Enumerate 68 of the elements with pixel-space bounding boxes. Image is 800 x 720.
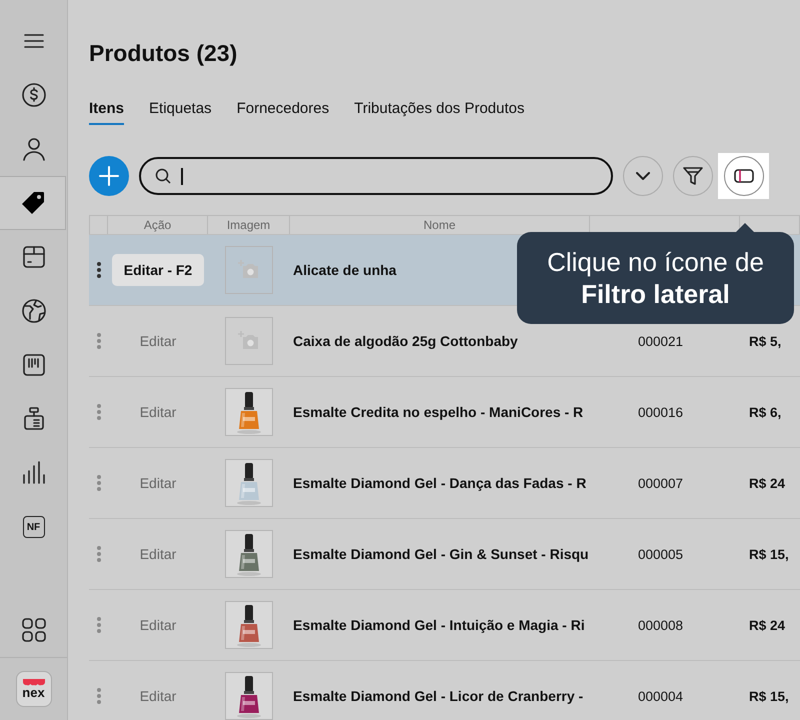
sidebar-item[interactable] (0, 176, 66, 230)
tooltip: Clique no ícone de Filtro lateral (517, 232, 794, 324)
page-title: Produtos (23) (89, 40, 238, 66)
menu-icon[interactable] (24, 34, 44, 48)
nex-logo[interactable]: nex (16, 671, 52, 707)
grid-icon[interactable] (22, 618, 46, 642)
table-row[interactable]: Editar Esmalte Credita no espelho - ManiCores - R 000016 R$ 6, (89, 377, 800, 448)
chevron-down-icon (636, 172, 650, 180)
edit-button[interactable]: Editar (128, 396, 188, 428)
product-name: Esmalte Diamond Gel - Gin & Sunset - Risqu (293, 546, 589, 562)
column-header: Nome (290, 216, 590, 234)
plus-icon (99, 166, 119, 186)
product-code: 000007 (638, 476, 684, 490)
tab[interactable]: Etiquetas (149, 100, 212, 125)
product-name: Esmalte Diamond Gel - Licor de Cranberry - (293, 688, 584, 704)
edit-button[interactable]: Editar (128, 609, 188, 641)
column-header: Ação (108, 216, 208, 234)
search-icon (155, 168, 171, 184)
table-row[interactable]: Editar Esmalte Diamond Gel - Dança das Fadas - R 000007 R$ 24 (89, 448, 800, 519)
column-header: Imagem (208, 216, 290, 234)
product-code: 000004 (638, 688, 684, 704)
search-field[interactable] (139, 157, 613, 195)
product-price: R$ 15, (749, 688, 789, 704)
product-name: Esmalte Diamond Gel - Intuição e Magia - Ri (293, 617, 585, 633)
tab[interactable]: Tributações dos Produtos (354, 100, 524, 125)
edit-button[interactable]: Editar - F2 (112, 254, 204, 286)
filter-button[interactable] (673, 156, 713, 196)
cash-register-icon[interactable] (22, 407, 44, 431)
tab[interactable]: Fornecedores (236, 100, 330, 125)
expand-button[interactable] (623, 156, 663, 196)
filter-icon (683, 166, 703, 186)
product-code: 000016 (638, 404, 684, 420)
nf-badge-icon[interactable]: NF (22, 516, 44, 538)
dollar-coin-icon[interactable] (22, 83, 46, 107)
product-code: 000021 (638, 334, 684, 348)
product-name: Esmalte Diamond Gel - Dança das Fadas - R (293, 475, 586, 491)
product-price: R$ 24 (749, 618, 786, 632)
edit-button[interactable]: Editar (128, 680, 188, 712)
product-price: R$ 5, (749, 334, 782, 348)
globe-icon[interactable] (22, 299, 46, 323)
more-options-icon[interactable] (96, 262, 100, 278)
table-row[interactable]: Editar Caixa de algodão 25g Cottonbaby 000021 R$ 5, (89, 306, 800, 377)
product-price: R$ 6, (749, 404, 782, 420)
table-row[interactable]: Editar Esmalte Diamond Gel - Gin & Sunset - Risqu 000005 R$ 15, (89, 519, 800, 590)
product-price: R$ 15, (749, 546, 789, 562)
product-name: Esmalte Credita no espelho - ManiCores - R (293, 404, 584, 420)
box-icon[interactable] (22, 245, 46, 269)
add-photo-icon (238, 331, 260, 351)
side-panel-icon (734, 169, 754, 183)
add-button[interactable] (89, 156, 129, 196)
product-code: 000005 (638, 546, 684, 562)
bar-chart-icon[interactable] (22, 461, 46, 485)
edit-button[interactable]: Editar (128, 538, 188, 570)
side-panel-button[interactable] (724, 156, 764, 196)
product-name: Caixa de algodão 25g Cottonbaby (293, 333, 518, 349)
product-price: R$ 24 (749, 476, 786, 490)
product-name: Alicate de unha (293, 262, 396, 278)
edit-button[interactable]: Editar (128, 467, 188, 499)
barcode-icon[interactable] (22, 353, 46, 377)
edit-button[interactable]: Editar (128, 325, 188, 357)
table-row[interactable]: Editar Esmalte Diamond Gel - Licor de Cranberry - 000004 R$ 15, (89, 661, 800, 720)
person-icon[interactable] (22, 137, 46, 161)
tooltip-pointer (735, 223, 755, 233)
product-code: 000008 (638, 618, 684, 632)
tab[interactable]: Itens (89, 100, 124, 125)
tag-icon (20, 190, 46, 216)
table-row[interactable]: Editar Esmalte Diamond Gel - Intuição e Magia - Ri 000008 R$ 24 (89, 590, 800, 661)
add-photo-icon (238, 260, 260, 280)
